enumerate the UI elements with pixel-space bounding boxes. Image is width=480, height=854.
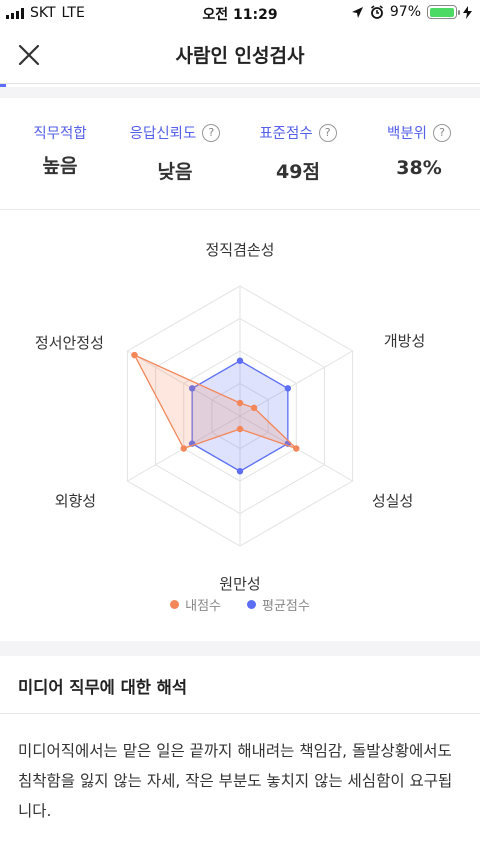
legend-label-avg: 평균점수 [262, 599, 310, 614]
axis-label-1: 개방성 [384, 332, 425, 350]
data-point-mine-1[interactable] [250, 404, 258, 412]
legend-dot-avg [247, 600, 257, 609]
section-divider [0, 87, 480, 98]
page-header: 사람인 인성검사 [0, 26, 480, 84]
radar-chart-svg: 정직겸손성개방성성실성원만성 외향성 정서안정성 [35, 241, 425, 591]
question-icon[interactable]: ? [318, 123, 337, 142]
data-point-mine-2[interactable] [293, 445, 300, 452]
chart-legend: 내점수 평균점수 [0, 595, 480, 614]
job-fit-stat: 직무적합 높음 [22, 122, 98, 178]
standard-score-value: 49점 [276, 161, 320, 183]
legend-dot-mine [170, 600, 180, 609]
axis-label-5: 정서안정성 [35, 334, 104, 352]
axis-label-3: 원만성 [219, 575, 260, 591]
page-title: 사람인 인성검사 [175, 45, 305, 67]
percentile-stat: 백분위 ? 38% [374, 122, 464, 179]
legend-label-mine: 내점수 [185, 599, 222, 614]
legend-item-mine[interactable]: 내점수 [170, 595, 221, 614]
standard-score-stat: 표준점수 ? 49점 [250, 122, 346, 184]
status-bar: SKT LTE 오전 11:29 97% [0, 0, 480, 26]
location-icon [351, 6, 363, 18]
battery-icon [427, 5, 460, 19]
axis-label-0: 정직겸손성 [205, 241, 274, 259]
data-point-mine-5[interactable] [131, 351, 138, 359]
data-point-mine-4[interactable] [180, 445, 187, 452]
status-right: 97% [351, 4, 472, 20]
radar-chart: 정직겸손성개방성성실성원만성 외향성 정서안정성 내점수 평균점수 [0, 211, 480, 641]
interpretation-header: 미디어 직무에 대한 해석 [0, 656, 480, 714]
percentile-label: 백분위 [386, 126, 428, 142]
data-point-mine-3[interactable] [236, 425, 244, 433]
job-fit-value: 높음 [42, 155, 78, 177]
percentile-value: 38% [396, 157, 442, 179]
section-divider [0, 641, 480, 656]
data-point-avg-0[interactable] [236, 357, 244, 364]
interpretation-title: 미디어 직무에 대한 해석 [18, 678, 188, 697]
charging-icon [463, 5, 472, 19]
axis-label-4: 외향성 [55, 492, 96, 510]
score-summary: 직무적합 높음 응답신뢰도 ? 낮음 표준점수 ? 49점 백분위 ? 38% [0, 98, 480, 210]
reliability-stat: 응답신뢰도 ? 낮음 [120, 122, 230, 184]
job-fit-label: 직무적합 [33, 126, 87, 142]
legend-item-avg[interactable]: 평균점수 [247, 595, 310, 614]
reliability-value: 낮음 [157, 161, 193, 183]
standard-score-label: 표준점수 [259, 126, 313, 142]
battery-percent: 97% [389, 4, 421, 20]
alarm-icon [370, 5, 383, 19]
question-icon[interactable]: ? [433, 123, 452, 142]
data-point-mine-0[interactable] [236, 399, 244, 407]
axis-label-2: 성실성 [372, 492, 413, 510]
question-icon[interactable]: ? [202, 123, 221, 142]
interpretation-text: 미디어직에서는 맡은 일은 끝까지 해내려는 책임감, 돌발상황에서도 침착함을… [18, 742, 453, 820]
data-point-avg-3[interactable] [236, 468, 244, 475]
reliability-label: 응답신뢰도 [129, 126, 197, 142]
data-point-avg-1[interactable] [284, 385, 292, 392]
